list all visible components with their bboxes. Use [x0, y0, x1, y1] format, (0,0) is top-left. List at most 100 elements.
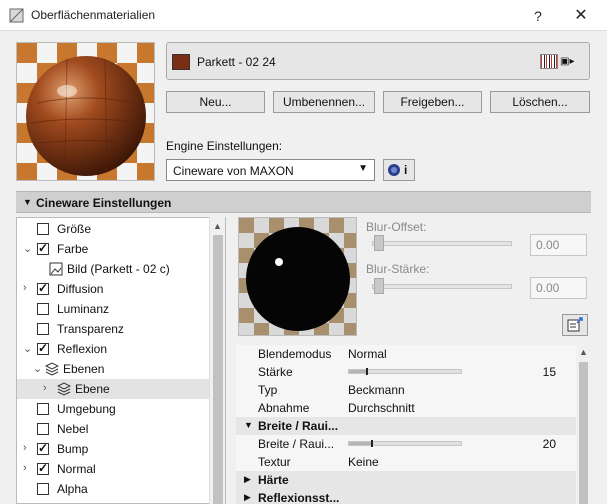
- chevron-right-icon[interactable]: ›: [23, 462, 27, 474]
- channel-checkbox[interactable]: [37, 223, 49, 235]
- blur-offset-label: Blur-Offset:: [366, 220, 427, 234]
- channel-checkbox[interactable]: [37, 483, 49, 495]
- strength-fill: [349, 370, 366, 373]
- channel-checkbox[interactable]: [37, 281, 49, 295]
- blur-strength-field[interactable]: 0.00: [530, 277, 587, 299]
- channel-checkbox[interactable]: [37, 323, 49, 335]
- prop-key: Stärke: [258, 365, 293, 379]
- prop-texture[interactable]: Textur Keine: [236, 453, 576, 471]
- window-title: Oberflächenmaterialien: [31, 8, 156, 22]
- prop-value[interactable]: Beckmann: [348, 383, 405, 397]
- prop-value[interactable]: Normal: [348, 347, 387, 361]
- engine-info-button[interactable]: i: [383, 159, 415, 181]
- engine-settings-label: Engine Einstellungen:: [166, 139, 283, 153]
- channel-checkbox[interactable]: [37, 241, 49, 255]
- material-selector[interactable]: Parkett - 02 24 ▣▸: [166, 42, 590, 80]
- width-fill: [349, 442, 371, 445]
- layer-edit-button[interactable]: [562, 314, 588, 336]
- channel-label: Diffusion: [57, 282, 104, 296]
- scroll-up-icon[interactable]: ▲: [579, 347, 588, 357]
- material-preview: [16, 42, 155, 181]
- help-button[interactable]: ?: [528, 6, 548, 26]
- channel-checkbox[interactable]: [37, 423, 49, 435]
- properties-scrollbar[interactable]: ▲: [576, 345, 591, 504]
- edit-layer-icon: [567, 317, 583, 332]
- scroll-up-icon[interactable]: ▲: [213, 221, 222, 231]
- share-button[interactable]: Freigeben...: [383, 91, 482, 113]
- channel-label: Bump: [57, 442, 89, 456]
- prop-key: Textur: [258, 455, 291, 469]
- material-options-icon[interactable]: ▣▸: [560, 54, 586, 69]
- prop-value[interactable]: Durchschnitt: [348, 401, 415, 415]
- width-slider[interactable]: [348, 440, 462, 447]
- prop-key: Abnahme: [258, 401, 310, 415]
- blur-strength-knob[interactable]: [374, 278, 384, 294]
- channel-row-luminanz[interactable]: Luminanz: [17, 299, 210, 319]
- collapse-triangle-icon: ▼: [23, 197, 32, 207]
- strength-slider[interactable]: [348, 368, 462, 375]
- prop-number[interactable]: 15: [543, 365, 556, 379]
- expand-triangle-icon: ▶: [244, 474, 251, 484]
- group-width-roughness[interactable]: ▼ Breite / Raui...: [236, 417, 576, 435]
- app-icon: [9, 8, 24, 23]
- channel-row-bump[interactable]: › Bump: [17, 439, 210, 459]
- chevron-right-icon[interactable]: ›: [23, 442, 27, 454]
- prop-key: Breite / Raui...: [258, 437, 335, 451]
- prop-type[interactable]: Typ Beckmann: [236, 381, 576, 399]
- channel-row-alpha[interactable]: Alpha: [17, 479, 210, 499]
- cineware-icon: [388, 164, 400, 176]
- group-hardness[interactable]: ▶ Härte: [236, 471, 576, 489]
- width-knob[interactable]: [371, 440, 373, 447]
- blur-offset-field[interactable]: 0.00: [530, 234, 587, 256]
- channel-checkbox[interactable]: [37, 403, 49, 415]
- prop-key: Typ: [258, 383, 278, 397]
- chevron-down-icon[interactable]: ⌄: [23, 242, 32, 255]
- section-title: Cineware Einstellungen: [36, 196, 172, 210]
- blur-offset-knob[interactable]: [374, 235, 384, 251]
- delete-button[interactable]: Löschen...: [490, 91, 590, 113]
- prop-falloff[interactable]: Abnahme Durchschnitt: [236, 399, 576, 417]
- prop-value[interactable]: Keine: [348, 455, 379, 469]
- channel-label: Bild (Parkett - 02 c): [67, 262, 170, 276]
- channel-label: Nebel: [57, 422, 89, 436]
- collapse-triangle-icon: ▼: [244, 420, 253, 430]
- prop-number[interactable]: 20: [543, 437, 556, 451]
- channel-label: Farbe: [57, 242, 89, 256]
- scroll-thumb[interactable]: [579, 362, 588, 504]
- channel-checkbox[interactable]: [37, 441, 49, 455]
- close-button[interactable]: ✕: [569, 6, 593, 26]
- reflection-preview: [238, 217, 357, 336]
- chevron-right-icon[interactable]: ›: [23, 282, 27, 294]
- prop-key: Blendemodus: [258, 347, 332, 361]
- pattern-icon: [540, 54, 558, 69]
- channel-checkbox[interactable]: [37, 303, 49, 315]
- channel-row-farbe[interactable]: ⌄ Farbe: [17, 239, 210, 259]
- reflection-properties-table: Blendemodus Normal Stärke 15 Typ Beckman…: [236, 345, 576, 504]
- rename-button[interactable]: Umbenennen...: [273, 91, 375, 113]
- blur-strength-slider[interactable]: [372, 284, 512, 289]
- engine-select[interactable]: Cineware von MAXON ▼: [166, 159, 375, 181]
- channel-row-nebel[interactable]: Nebel: [17, 419, 210, 439]
- group-reflection-strength[interactable]: ▶ Reflexionsst...: [236, 489, 576, 504]
- prop-blend-mode[interactable]: Blendemodus Normal: [236, 345, 576, 363]
- channel-label: Luminanz: [57, 302, 110, 316]
- channel-row-groesse[interactable]: Größe: [17, 219, 210, 239]
- channel-row-diffusion[interactable]: › Diffusion: [17, 279, 210, 299]
- channel-label: Umgebung: [57, 402, 116, 416]
- surface-materials-window: Oberflächenmaterialien ? ✕ Parkett - 02 …: [0, 0, 607, 504]
- prop-strength[interactable]: Stärke 15: [236, 363, 576, 381]
- prop-width[interactable]: Breite / Raui... 20: [236, 435, 576, 453]
- channel-label: Normal: [57, 462, 96, 476]
- channel-row-normal[interactable]: › Normal: [17, 459, 210, 479]
- group-label: Härte: [258, 473, 289, 487]
- new-button[interactable]: Neu...: [166, 91, 265, 113]
- highlight-reflexion-group: [10, 336, 216, 404]
- channel-checkbox[interactable]: [37, 461, 49, 475]
- strength-knob[interactable]: [366, 368, 368, 375]
- blur-strength-label: Blur-Stärke:: [366, 262, 430, 276]
- channel-row-bild[interactable]: Bild (Parkett - 02 c): [17, 259, 210, 279]
- title-bar: Oberflächenmaterialien ? ✕: [0, 0, 607, 31]
- image-icon: [49, 262, 63, 276]
- cineware-section-header[interactable]: ▼ Cineware Einstellungen: [16, 191, 591, 213]
- blur-offset-slider[interactable]: [372, 241, 512, 246]
